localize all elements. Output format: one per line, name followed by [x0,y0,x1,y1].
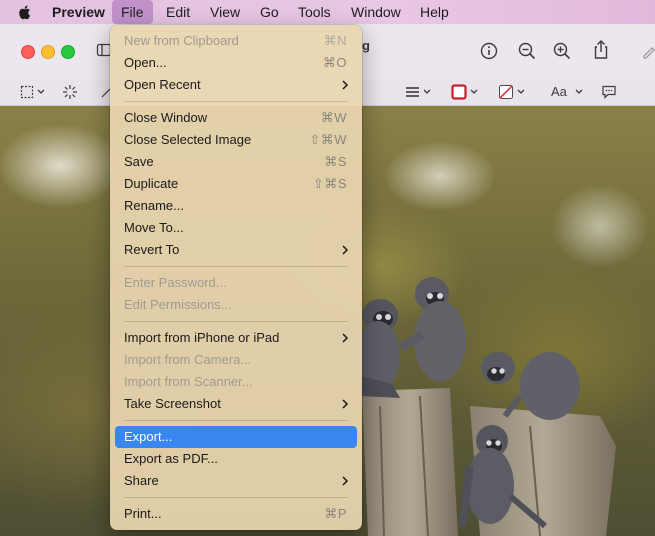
menu-item-label: Import from Camera... [124,352,252,367]
comment-icon[interactable] [601,84,617,100]
menu-item-shortcut: ⌘N [323,33,347,48]
menu-item-label: Edit Permissions... [124,297,232,312]
menu-item-import-from-camera: Import from Camera... [115,349,357,371]
window-title: g [362,38,370,53]
menubar-edit[interactable]: Edit [166,0,190,24]
minimize-window-button[interactable] [41,45,55,59]
markup-icon[interactable] [641,41,655,61]
menu-item-close-selected-image[interactable]: Close Selected Image ⇧⌘W [115,129,357,151]
zoom-out-icon[interactable] [517,41,537,61]
menu-item-shortcut: ⌘P [324,506,347,521]
menu-item-label: Enter Password... [124,275,227,290]
menu-item-label: Take Screenshot [124,396,221,411]
menu-item-shortcut: ⌘O [322,55,347,70]
menu-item-export[interactable]: Export... [115,426,357,448]
menubar-preview[interactable]: Preview [52,0,105,24]
chevron-right-icon [342,476,349,486]
menubar-file[interactable]: File [112,0,153,24]
menu-item-import-from-iphone[interactable]: Import from iPhone or iPad [115,327,357,349]
instant-alpha-icon[interactable] [62,84,78,100]
menu-separator [124,321,348,322]
menu-item-label: Duplicate [124,176,179,191]
menubar-tools[interactable]: Tools [298,0,331,24]
share-icon[interactable] [591,39,611,61]
menu-item-label: Close Selected Image [124,132,252,147]
menu-bar: Preview File Edit View Go Tools Window H… [0,0,655,24]
menubar-help[interactable]: Help [420,0,449,24]
menu-item-rename[interactable]: Rename... [115,195,357,217]
menu-item-close-window[interactable]: Close Window ⌘W [115,107,357,129]
menu-item-label: New from Clipboard [124,33,239,48]
menu-item-edit-permissions: Edit Permissions... [115,294,357,316]
menu-item-shortcut: ⇧⌘W [309,132,347,147]
menubar-window[interactable]: Window [351,0,401,24]
menu-separator [124,420,348,421]
selection-tool-icon[interactable] [20,85,48,99]
menubar-view[interactable]: View [210,0,240,24]
menu-item-duplicate[interactable]: Duplicate ⇧⌘S [115,173,357,195]
border-color-icon[interactable] [451,84,481,100]
chevron-right-icon [342,80,349,90]
menu-item-label: Save [124,154,154,169]
menu-item-new-from-clipboard: New from Clipboard ⌘N [115,30,357,52]
chevron-down-icon [575,89,582,94]
file-menu: New from Clipboard ⌘N Open... ⌘O Open Re… [110,25,362,530]
apple-logo-icon[interactable] [16,3,34,21]
menu-item-label: Close Window [124,110,208,125]
menu-item-save[interactable]: Save ⌘S [115,151,357,173]
menu-item-revert-to[interactable]: Revert To [115,239,357,261]
chevron-right-icon [342,399,349,409]
chevron-right-icon [342,333,349,343]
menu-item-print[interactable]: Print... ⌘P [115,503,357,525]
menu-item-label: Import from iPhone or iPad [124,330,280,345]
text-style-button[interactable]: Aa [551,84,584,99]
menu-item-label: Open Recent [124,77,201,92]
line-style-icon[interactable] [405,85,433,99]
menu-item-take-screenshot[interactable]: Take Screenshot [115,393,357,415]
menu-item-label: Print... [124,506,162,521]
menu-item-label: Open... [124,55,167,70]
fill-color-icon[interactable] [498,84,528,100]
menu-item-share[interactable]: Share [115,470,357,492]
menu-item-label: Export as PDF... [124,451,218,466]
menu-item-label: Export... [124,429,173,444]
menu-item-label: Share [124,473,159,488]
menu-item-export-as-pdf[interactable]: Export as PDF... [115,448,357,470]
menubar-go[interactable]: Go [260,0,279,24]
menu-separator [124,101,348,102]
menu-item-shortcut: ⇧⌘S [312,176,347,191]
zoom-in-icon[interactable] [552,41,572,61]
text-style-label: Aa [551,84,567,99]
menu-item-open[interactable]: Open... ⌘O [115,52,357,74]
menu-item-open-recent[interactable]: Open Recent [115,74,357,96]
menu-item-shortcut: ⌘S [324,154,347,169]
menu-item-label: Revert To [124,242,180,257]
info-icon[interactable] [479,41,499,61]
menu-item-enter-password: Enter Password... [115,272,357,294]
menu-separator [124,497,348,498]
close-window-button[interactable] [21,45,35,59]
menu-item-label: Import from Scanner... [124,374,253,389]
menu-separator [124,266,348,267]
menu-item-move-to[interactable]: Move To... [115,217,357,239]
chevron-right-icon [342,245,349,255]
menu-item-label: Move To... [124,220,184,235]
menu-item-shortcut: ⌘W [320,110,347,125]
menu-item-label: Rename... [124,198,184,213]
zoom-window-button[interactable] [61,45,75,59]
menu-item-import-from-scanner: Import from Scanner... [115,371,357,393]
